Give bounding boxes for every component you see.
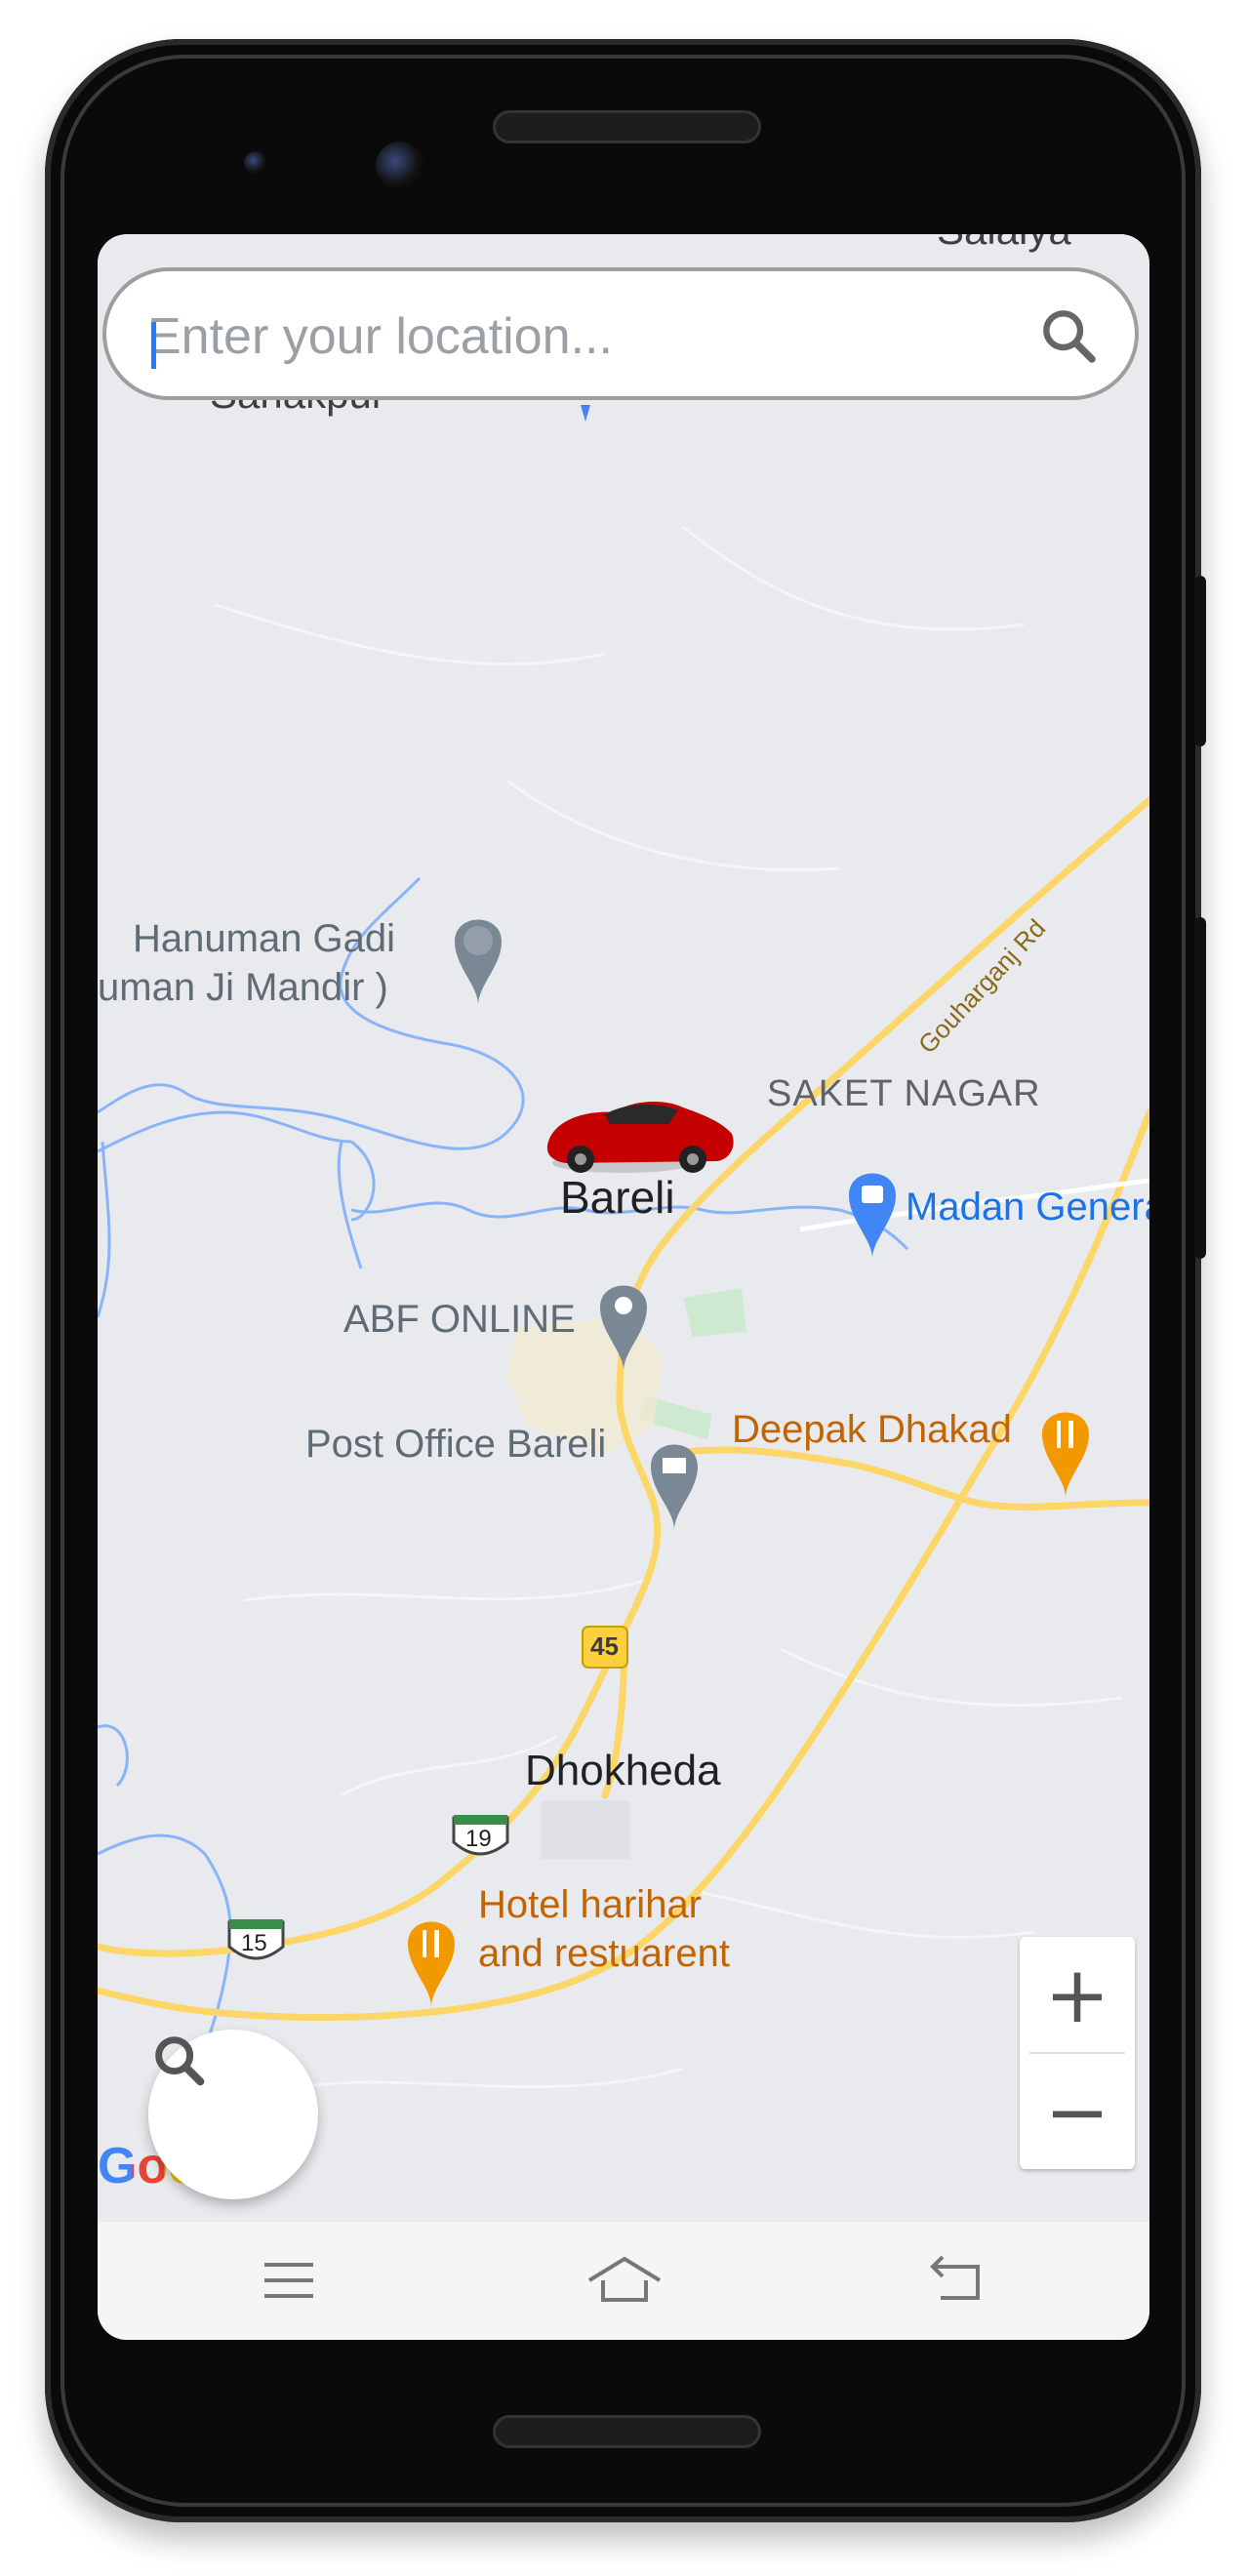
front-camera-icon (244, 151, 267, 175)
front-camera-main-icon (376, 141, 424, 190)
search-icon (1043, 310, 1096, 363)
nav-home-button[interactable] (585, 2251, 664, 2310)
location-search-bar (102, 267, 1139, 400)
zoom-out-button[interactable]: − (1020, 2054, 1135, 2169)
poi-label-hanuman-line2: uman Ji Mandir ) (98, 966, 388, 1009)
back-icon (930, 2255, 980, 2300)
bottom-speaker (493, 2415, 761, 2448)
volume-button (1194, 576, 1206, 746)
system-navigation-bar (98, 2222, 1149, 2340)
poi-label-deepak-dhakad: Deepak Dhakad (732, 1408, 1012, 1451)
town-label-bareli: Bareli (560, 1172, 675, 1223)
shield-label-19: 19 (465, 1826, 492, 1852)
map-view[interactable]: Sahakpur Salaiya Hanuman Gadi uman Ji Ma… (98, 234, 1149, 2222)
village-label-dhokheda: Dhokheda (525, 1747, 721, 1794)
search-fab-button[interactable] (148, 2030, 318, 2199)
location-input[interactable] (145, 299, 1008, 375)
poi-label-abf-online: ABF ONLINE (343, 1298, 576, 1341)
power-button (1194, 917, 1206, 1259)
poi-label-hotel-line2: and restuarent (478, 1932, 730, 1975)
poi-label-post-office: Post Office Bareli (305, 1423, 607, 1466)
poi-label-hanuman-line1: Hanuman Gadi (133, 917, 396, 960)
home-icon (587, 2256, 662, 2302)
text-cursor (151, 322, 156, 369)
shield-label-45: 45 (590, 1631, 619, 1661)
search-submit-button[interactable] (1037, 304, 1100, 367)
earpiece-speaker (493, 110, 761, 143)
zoom-in-button[interactable]: + (1020, 1937, 1135, 2052)
nav-back-button[interactable] (927, 2251, 986, 2310)
area-label-saket-nagar: SAKET NAGAR (767, 1073, 1041, 1114)
search-icon (155, 2036, 205, 2086)
menu-icon (264, 2263, 313, 2298)
nav-menu-button[interactable] (260, 2251, 318, 2310)
shield-label-15: 15 (241, 1930, 267, 1956)
app-screen: Sahakpur Salaiya Hanuman Gadi uman Ji Ma… (98, 234, 1149, 2340)
zoom-controls: + − (1020, 1937, 1135, 2169)
poi-label-madan: Madan General S (906, 1186, 1149, 1228)
place-label-top-right: Salaiya (937, 234, 1071, 254)
poi-label-hotel-line1: Hotel harihar (478, 1883, 703, 1926)
